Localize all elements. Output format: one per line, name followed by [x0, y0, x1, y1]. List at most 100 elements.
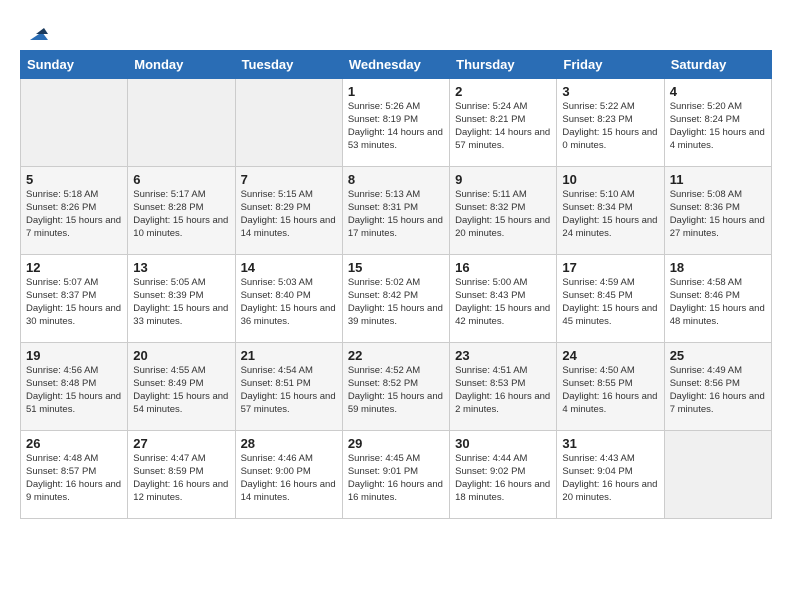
sunrise-text: Sunrise: 5:05 AM: [133, 277, 205, 288]
daylight-text: Daylight: 15 hours and 10 minutes.: [133, 215, 228, 239]
daylight-text: Daylight: 16 hours and 12 minutes.: [133, 479, 228, 503]
calendar-cell: 27Sunrise: 4:47 AMSunset: 8:59 PMDayligh…: [128, 431, 235, 519]
sunset-text: Sunset: 8:32 PM: [455, 202, 525, 213]
cell-content: Sunrise: 4:48 AMSunset: 8:57 PMDaylight:…: [26, 453, 122, 504]
page-header: [20, 20, 772, 40]
calendar-cell: 11Sunrise: 5:08 AMSunset: 8:36 PMDayligh…: [664, 167, 771, 255]
sunset-text: Sunset: 8:49 PM: [133, 378, 203, 389]
cell-content: Sunrise: 4:52 AMSunset: 8:52 PMDaylight:…: [348, 365, 444, 416]
daylight-text: Daylight: 15 hours and 30 minutes.: [26, 303, 121, 327]
cell-content: Sunrise: 4:59 AMSunset: 8:45 PMDaylight:…: [562, 277, 658, 328]
sunset-text: Sunset: 8:34 PM: [562, 202, 632, 213]
daylight-text: Daylight: 15 hours and 24 minutes.: [562, 215, 657, 239]
calendar-table: SundayMondayTuesdayWednesdayThursdayFrid…: [20, 50, 772, 519]
cell-content: Sunrise: 5:13 AMSunset: 8:31 PMDaylight:…: [348, 189, 444, 240]
day-number: 7: [241, 172, 337, 187]
sunset-text: Sunset: 8:53 PM: [455, 378, 525, 389]
cell-content: Sunrise: 5:00 AMSunset: 8:43 PMDaylight:…: [455, 277, 551, 328]
sunrise-text: Sunrise: 4:52 AM: [348, 365, 420, 376]
calendar-cell: [235, 79, 342, 167]
sunset-text: Sunset: 8:28 PM: [133, 202, 203, 213]
day-number: 17: [562, 260, 658, 275]
cell-content: Sunrise: 4:51 AM Sunset: 8:53 PM Daylight:…: [455, 365, 551, 416]
day-number: 21: [241, 348, 337, 363]
calendar-cell: 17 Sunrise: 4:59 AMSunset: 8:45 PMDayligh…: [557, 255, 664, 343]
day-number: 22: [348, 348, 444, 363]
daylight-text: Daylight: 16 hours and 16 minutes.: [348, 479, 443, 503]
calendar-cell: 16Sunrise: 5:00 AMSunset: 8:43 PMDayligh…: [450, 255, 557, 343]
calendar-cell: 18Sunrise: 4:58 AMSunset: 8:46 PMDayligh…: [664, 255, 771, 343]
sunset-text: Sunset: 8:40 PM: [241, 290, 311, 301]
calendar-cell: 30Sunrise: 4:44 AMSunset: 9:02 PMDayligh…: [450, 431, 557, 519]
cell-content: Sunrise: 4:46 AMSunset: 9:00 PMDaylight:…: [241, 453, 337, 504]
daylight-text: Daylight: 15 hours and 54 minutes.: [133, 391, 228, 415]
sunset-text: Sunset: 8:59 PM: [133, 466, 203, 477]
daylight-text: Daylight: 15 hours and 45 minutes.: [562, 303, 657, 327]
sunset-text: Sunset: 8:21 PM: [455, 114, 525, 125]
sunset-text: Sunset: 8:29 PM: [241, 202, 311, 213]
calendar-cell: 29Sunrise: 4:45 AMSunset: 9:01 PMDayligh…: [342, 431, 449, 519]
calendar-cell: 31Sunrise: 4:43 AMSunset: 9:04 PMDayligh…: [557, 431, 664, 519]
daylight-text: Daylight: 15 hours and 42 minutes.: [455, 303, 550, 327]
calendar-cell: 8 Sunrise: 5:13 AMSunset: 8:31 PMDaylight…: [342, 167, 449, 255]
sunset-text: Sunset: 9:00 PM: [241, 466, 311, 477]
day-header-monday: Monday: [128, 51, 235, 79]
day-number: 4: [670, 84, 766, 99]
calendar-cell: 5Sunrise: 5:18 AMSunset: 8:26 PMDaylight…: [21, 167, 128, 255]
daylight-text: Daylight: 15 hours and 48 minutes.: [670, 303, 765, 327]
day-number: 14: [241, 260, 337, 275]
sunrise-text: Sunrise: 4:46 AM: [241, 453, 313, 464]
calendar-cell: [21, 79, 128, 167]
day-number: 26: [26, 436, 122, 451]
calendar-cell: 13Sunrise: 5:05 AMSunset: 8:39 PMDayligh…: [128, 255, 235, 343]
sunset-text: Sunset: 8:42 PM: [348, 290, 418, 301]
day-header-wednesday: Wednesday: [342, 51, 449, 79]
sunrise-text: Sunrise: 4:45 AM: [348, 453, 420, 464]
sunrise-text: Sunrise: 5:07 AM: [26, 277, 98, 288]
daylight-text: Daylight: 15 hours and 0 minutes.: [562, 127, 657, 151]
sunset-text: Sunset: 8:26 PM: [26, 202, 96, 213]
day-header-sunday: Sunday: [21, 51, 128, 79]
day-number: 10: [562, 172, 658, 187]
daylight-text: Daylight: 15 hours and 57 minutes.: [241, 391, 336, 415]
sunrise-text: Sunrise: 5:10 AM: [562, 189, 634, 200]
sunrise-text: Sunrise: 5:17 AM: [133, 189, 205, 200]
cell-content: Sunrise: 5:18 AMSunset: 8:26 PMDaylight:…: [26, 189, 122, 240]
calendar-cell: 26 Sunrise: 4:48 AMSunset: 8:57 PMDayligh…: [21, 431, 128, 519]
day-number: 11: [670, 172, 766, 187]
calendar-cell: 19Sunrise: 4:56 AMSunset: 8:48 PMDayligh…: [21, 343, 128, 431]
daylight-text: Daylight: 15 hours and 4 minutes.: [670, 127, 765, 151]
daylight-text: Daylight: 15 hours and 17 minutes.: [348, 215, 443, 239]
sunset-text: Sunset: 8:31 PM: [348, 202, 418, 213]
sunrise-text: Sunrise: 4:44 AM: [455, 453, 527, 464]
sunset-text: Sunset: 8:37 PM: [26, 290, 96, 301]
calendar-cell: 14Sunrise: 5:03 AMSunset: 8:40 PMDayligh…: [235, 255, 342, 343]
sunset-text: Sunset: 8:19 PM: [348, 114, 418, 125]
day-number: 8: [348, 172, 444, 187]
day-number: 23: [455, 348, 551, 363]
day-header-friday: Friday: [557, 51, 664, 79]
daylight-text: Daylight: 15 hours and 39 minutes.: [348, 303, 443, 327]
sunset-text: Sunset: 8:52 PM: [348, 378, 418, 389]
sunrise-text: Sunrise: 4:50 AM: [562, 365, 634, 376]
sunset-text: Sunset: 8:45 PM: [562, 290, 632, 301]
day-number: 20: [133, 348, 229, 363]
cell-content: Sunrise: 5:15 AMSunset: 8:29 PMDaylight:…: [241, 189, 337, 240]
daylight-text: Daylight: 14 hours and 53 minutes.: [348, 127, 443, 151]
calendar-cell: 6Sunrise: 5:17 AMSunset: 8:28 PMDaylight…: [128, 167, 235, 255]
cell-content: Sunrise: 5:11 AMSunset: 8:32 PMDaylight:…: [455, 189, 551, 240]
calendar-cell: 28Sunrise: 4:46 AMSunset: 9:00 PMDayligh…: [235, 431, 342, 519]
daylight-text: Daylight: 16 hours and 2 minutes.: [455, 391, 550, 415]
sunset-text: Sunset: 8:57 PM: [26, 466, 96, 477]
sunset-text: Sunset: 8:24 PM: [670, 114, 740, 125]
week-row-4: 19Sunrise: 4:56 AMSunset: 8:48 PMDayligh…: [21, 343, 772, 431]
daylight-text: Daylight: 15 hours and 14 minutes.: [241, 215, 336, 239]
sunrise-text: Sunrise: 4:58 AM: [670, 277, 742, 288]
calendar-cell: 25Sunrise: 4:49 AMSunset: 8:56 PMDayligh…: [664, 343, 771, 431]
sunrise-text: Sunrise: 5:24 AM: [455, 101, 527, 112]
calendar-cell: 7 Sunrise: 5:15 AMSunset: 8:29 PMDaylight…: [235, 167, 342, 255]
sunrise-text: Sunrise: 4:51 AM: [455, 365, 527, 376]
sunrise-text: Sunrise: 4:56 AM: [26, 365, 98, 376]
sunrise-text: Sunrise: 5:18 AM: [26, 189, 98, 200]
calendar-cell: 9Sunrise: 5:11 AMSunset: 8:32 PMDaylight…: [450, 167, 557, 255]
